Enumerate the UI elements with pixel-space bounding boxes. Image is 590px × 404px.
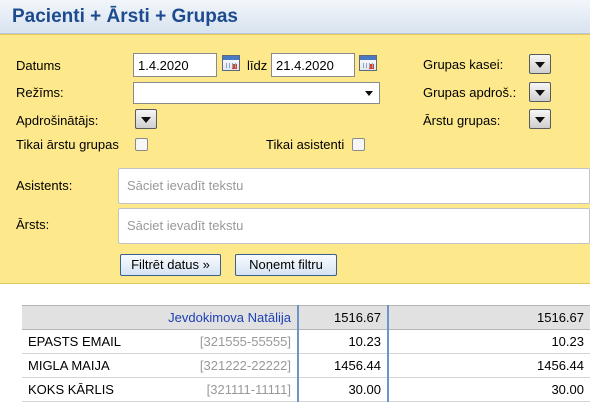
insurance-groups-label: Grupas apdroš.: (423, 85, 517, 100)
patient-value-2: 30.00 (387, 377, 590, 402)
date-label: Datums (16, 58, 61, 73)
group-name-link[interactable]: Jevdokimova Natālija (22, 305, 298, 330)
calendar-icon[interactable] (359, 55, 377, 71)
cashier-groups-dropdown-icon[interactable] (529, 54, 551, 74)
table-row: MIGLA MAIJA [321222-22222] 1456.44 1456.… (22, 353, 590, 378)
results-table: Jevdokimova Natālija 1516.67 1516.67 EPA… (22, 305, 590, 402)
patient-name: KOKS KĀRLIS (22, 377, 182, 402)
date-from-input[interactable] (133, 53, 217, 77)
patient-value-2: 1456.44 (387, 353, 590, 378)
patient-name: MIGLA MAIJA (22, 353, 182, 378)
patient-code: [321222-22222] (182, 353, 298, 378)
date-to-input[interactable] (271, 53, 355, 77)
cashier-groups-label: Grupas kasei: (423, 57, 504, 72)
until-label: līdz (247, 58, 268, 73)
doctor-groups-label: Ārstu grupas: (423, 113, 501, 128)
group-row: Jevdokimova Natālija 1516.67 1516.67 (22, 305, 590, 330)
doctor-search-input[interactable]: Sāciet ievadīt tekstu (118, 208, 590, 244)
page-title: Pacienti + Ārsti + Grupas (12, 6, 238, 27)
page-header: Pacienti + Ārsti + Grupas (0, 0, 590, 34)
patient-value-1: 10.23 (297, 329, 388, 354)
patient-value-2: 10.23 (387, 329, 590, 354)
filter-panel: Datums līdz Grupas kasei: Režīms: Grupas… (0, 34, 590, 284)
mode-select[interactable] (133, 82, 380, 104)
doctor-label: Ārsts: (16, 217, 50, 232)
calendar-icon[interactable] (222, 55, 240, 71)
patient-name: EPASTS EMAIL (22, 329, 182, 354)
only-assistants-label: Tikai asistenti (266, 137, 345, 152)
filter-data-button[interactable]: Filtrēt datus » (120, 254, 221, 276)
only-assistants-checkbox[interactable] (352, 138, 365, 151)
assistant-search-input[interactable]: Sāciet ievadīt tekstu (118, 168, 590, 204)
group-value-2: 1516.67 (387, 305, 590, 330)
patient-value-1: 30.00 (297, 377, 388, 402)
doctor-groups-dropdown-icon[interactable] (529, 109, 551, 129)
patient-value-1: 1456.44 (297, 353, 388, 378)
patient-code: [321555-55555] (182, 329, 298, 354)
chevron-down-icon (365, 91, 373, 96)
patient-code: [321111-11111] (182, 377, 298, 402)
table-row: EPASTS EMAIL [321555-55555] 10.23 10.23 (22, 329, 590, 354)
only-doctor-groups-checkbox[interactable] (135, 138, 148, 151)
clear-filter-button[interactable]: Noņemt filtru (235, 254, 337, 276)
insurer-dropdown-icon[interactable] (135, 109, 157, 129)
group-value-1: 1516.67 (297, 305, 388, 330)
mode-label: Režīms: (16, 85, 64, 100)
insurer-label: Apdrošinātājs: (16, 113, 99, 128)
assistant-label: Asistents: (16, 178, 73, 193)
only-doctor-groups-label: Tikai ārstu grupas (16, 137, 119, 152)
insurance-groups-dropdown-icon[interactable] (529, 82, 551, 102)
table-row: KOKS KĀRLIS [321111-11111] 30.00 30.00 (22, 377, 590, 402)
